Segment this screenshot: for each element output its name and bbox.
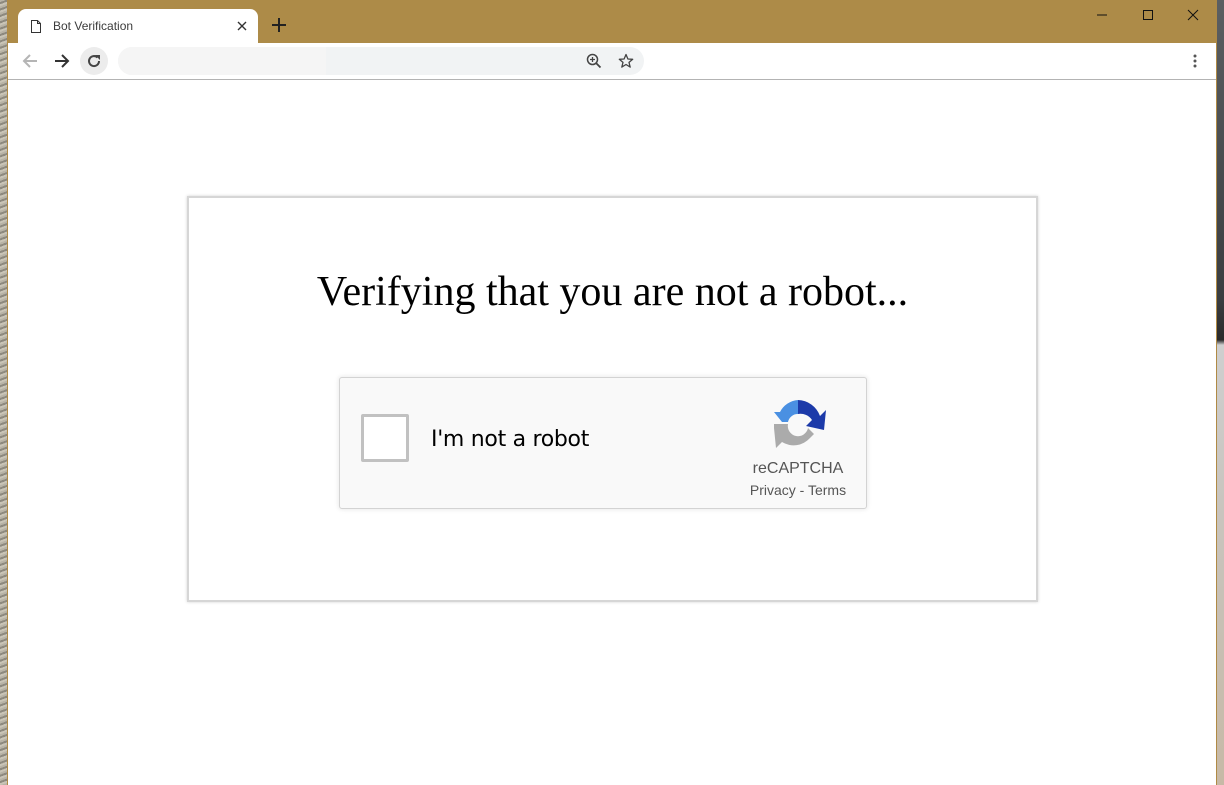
page-content: Verifying that you are not a robot... I'… bbox=[8, 80, 1216, 785]
tab-close-icon[interactable] bbox=[234, 18, 250, 34]
title-bar: Bot Verification bbox=[8, 0, 1216, 43]
privacy-link[interactable]: Privacy bbox=[750, 482, 796, 498]
address-input[interactable] bbox=[118, 47, 326, 75]
reload-icon bbox=[88, 55, 101, 68]
browser-toolbar bbox=[8, 43, 1216, 80]
back-button[interactable] bbox=[16, 47, 44, 75]
link-separator: - bbox=[795, 482, 808, 498]
window-close-button[interactable] bbox=[1170, 4, 1216, 26]
recaptcha-brand: reCAPTCHA bbox=[752, 460, 844, 477]
tab-title: Bot Verification bbox=[53, 19, 134, 33]
recaptcha-checkbox[interactable] bbox=[361, 414, 409, 462]
close-icon bbox=[1187, 9, 1199, 21]
arrow-right-icon bbox=[55, 54, 70, 68]
desktop-background-right bbox=[1217, 0, 1224, 785]
recaptcha-links: Privacy - Terms bbox=[740, 482, 856, 498]
desktop-background-left bbox=[0, 0, 7, 785]
maximize-icon bbox=[1143, 10, 1153, 20]
reload-button[interactable] bbox=[80, 47, 108, 75]
page-icon bbox=[31, 19, 41, 33]
maximize-button[interactable] bbox=[1125, 4, 1171, 26]
recaptcha-logo-icon bbox=[774, 400, 826, 448]
minimize-button[interactable] bbox=[1079, 4, 1125, 26]
zoom-in-icon[interactable] bbox=[584, 51, 604, 71]
browser-window: Bot Verification Verifying that you are … bbox=[7, 0, 1217, 785]
tab-bot-verification[interactable]: Bot Verification bbox=[18, 9, 258, 43]
star-icon[interactable] bbox=[616, 51, 636, 71]
page-heading: Verifying that you are not a robot... bbox=[316, 269, 909, 315]
recaptcha-checkbox-label: I'm not a robot bbox=[431, 427, 590, 452]
verification-card: Verifying that you are not a robot... I'… bbox=[187, 196, 1038, 602]
address-bar[interactable] bbox=[118, 47, 644, 75]
forward-button[interactable] bbox=[48, 47, 76, 75]
recaptcha-widget: I'm not a robot reCAPTCHA Privacy - Term… bbox=[339, 377, 867, 509]
arrow-left-icon bbox=[22, 54, 37, 68]
terms-link[interactable]: Terms bbox=[808, 482, 846, 498]
kebab-menu-icon bbox=[1193, 54, 1197, 68]
browser-menu-button[interactable] bbox=[1183, 49, 1207, 73]
new-tab-button[interactable] bbox=[268, 14, 290, 36]
minimize-icon bbox=[1097, 14, 1107, 16]
